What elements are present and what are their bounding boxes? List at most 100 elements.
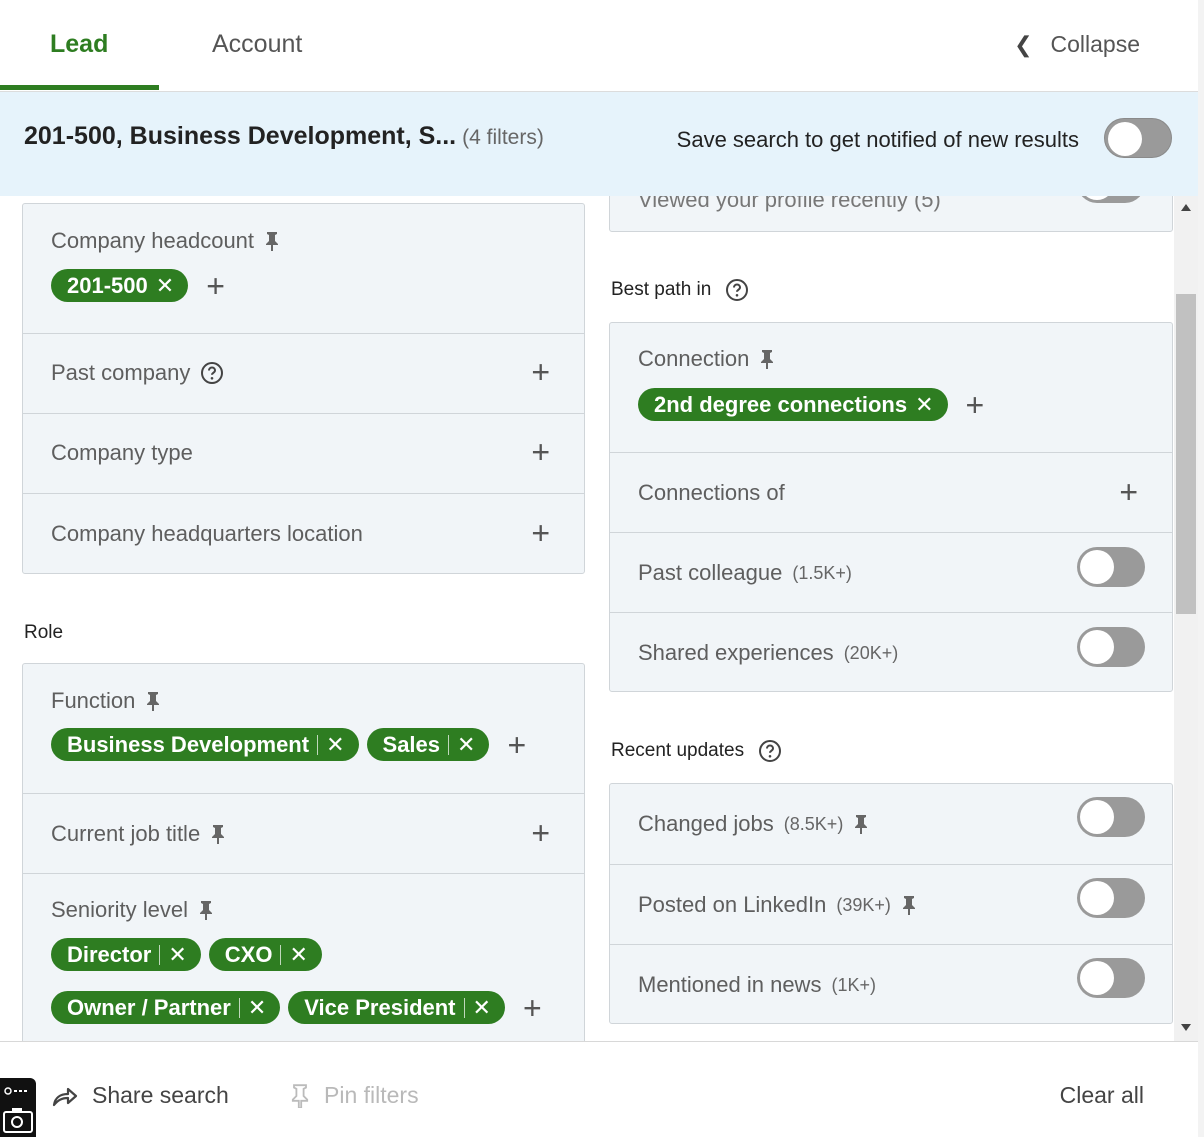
connections-of-label: Connections of [638,480,785,505]
filter-chip[interactable]: Director ✕ [51,938,201,971]
changed-jobs-count: (8.5K+) [783,813,844,834]
add-connection-button[interactable]: + [966,389,985,421]
add-seniority-button[interactable]: + [523,992,542,1024]
filters-content: Company headcount 201-500 ✕ + Past compan… [0,196,1174,1041]
scroll-down-arrow[interactable] [1181,1024,1191,1031]
function-row: Function Business Development ✕ Sales ✕ + [23,664,584,793]
past-colleague-label: Past colleague (1.5K+) [638,560,852,586]
filters-footer: Share search Pin filters Clear all [0,1041,1198,1137]
chip-divider [280,944,282,965]
company-type-label: Company type [51,440,193,465]
vertical-scrollbar[interactable] [1174,196,1198,1041]
changed-jobs-toggle[interactable] [1077,797,1145,837]
add-company-hq-button[interactable]: + [531,517,550,549]
posted-text: Posted on LinkedIn [638,892,827,917]
scroll-up-arrow[interactable] [1181,204,1191,211]
company-type-row[interactable]: Company type + [23,413,584,493]
company-hq-label: Company headquarters location [51,521,363,546]
pin-icon[interactable] [210,824,226,844]
remove-icon[interactable]: ✕ [156,274,174,297]
chip-divider [317,734,319,755]
share-search-label: Share search [92,1082,229,1108]
collapse-label: Collapse [1050,31,1141,57]
connections-of-row[interactable]: Connections of + [610,452,1172,532]
chip-label: Director [67,941,152,967]
pin-filters-button[interactable]: Pin filters [290,1082,419,1109]
filter-tabs: Lead Account ❮ Collapse [0,0,1198,92]
function-label: Function [51,688,161,714]
pin-icon [291,1083,309,1108]
posted-toggle[interactable] [1077,878,1145,918]
role-section-title: Role [24,622,64,643]
pin-icon[interactable] [198,900,214,920]
remove-icon[interactable]: ✕ [473,996,491,1019]
seniority-row: Seniority level Director ✕ CXO ✕ Owner / P… [23,873,584,1041]
help-icon[interactable] [200,361,224,385]
help-icon[interactable] [758,739,782,763]
role-filters-card: Function Business Development ✕ Sales ✕ + … [22,663,585,1041]
viewed-profile-toggle[interactable] [1077,196,1145,203]
add-headcount-button[interactable]: + [206,270,225,302]
add-job-title-button[interactable]: + [531,817,550,849]
best-path-card: Connection 2nd degree connections ✕ + Con… [609,322,1173,692]
add-connections-of-button[interactable]: + [1119,476,1138,508]
pin-icon[interactable] [264,231,280,251]
past-colleague-count: (1.5K+) [792,562,852,583]
add-company-type-button[interactable]: + [531,436,550,468]
tab-account[interactable]: Account [212,30,302,59]
mentioned-toggle[interactable] [1077,958,1145,998]
past-company-row[interactable]: Past company + [23,333,584,413]
pin-icon[interactable] [853,814,869,834]
filter-chip[interactable]: Vice President ✕ [288,991,505,1024]
clear-all-button[interactable]: Clear all [1060,1082,1144,1109]
recent-updates-text: Recent updates [611,740,745,761]
chip-label: Owner / Partner [67,994,231,1020]
connection-text: Connection [638,346,750,371]
remove-icon[interactable]: ✕ [289,943,307,966]
shared-experiences-toggle[interactable] [1077,627,1145,667]
collapse-button[interactable]: ❮ Collapse [1014,31,1140,58]
remove-icon[interactable]: ✕ [168,943,186,966]
company-headcount-text: Company headcount [51,228,255,253]
filter-chip[interactable]: Sales ✕ [366,728,490,761]
save-search-toggle[interactable] [1104,118,1172,158]
add-function-button[interactable]: + [507,729,526,761]
chip-label: 201-500 [67,272,148,298]
filter-chip[interactable]: Owner / Partner ✕ [51,991,281,1024]
pin-filters-label: Pin filters [324,1082,419,1108]
company-filters-card: Company headcount 201-500 ✕ + Past compan… [22,203,585,574]
remove-icon[interactable]: ✕ [915,393,933,416]
filter-chip[interactable]: CXO ✕ [208,938,322,971]
pin-icon[interactable] [901,895,917,915]
company-hq-row[interactable]: Company headquarters location + [23,493,584,574]
chip-label: Sales [382,731,441,757]
help-icon[interactable] [725,278,749,302]
shared-experiences-label: Shared experiences (20K+) [638,640,898,666]
best-path-text: Best path in [611,279,712,300]
connection-chips: 2nd degree connections ✕ + [638,388,984,421]
pin-icon[interactable] [759,349,775,369]
chip-label: 2nd degree connections [654,391,908,417]
filter-chip[interactable]: 2nd degree connections ✕ [638,388,948,421]
filter-chip[interactable]: Business Development ✕ [51,728,359,761]
pin-icon[interactable] [145,691,161,711]
tab-lead[interactable]: Lead [50,30,108,59]
chip-label: Vice President [304,994,456,1020]
add-past-company-button[interactable]: + [531,356,550,388]
recent-updates-title: Recent updates [611,739,782,763]
remove-icon[interactable]: ✕ [248,996,266,1019]
chip-divider [448,734,450,755]
scroll-thumb[interactable] [1176,294,1196,614]
remove-icon[interactable]: ✕ [457,733,475,756]
active-tab-indicator [0,85,159,90]
camera-icon[interactable] [0,1078,36,1137]
shared-experiences-text: Shared experiences [638,640,834,665]
current-job-title-label: Current job title [51,821,226,847]
remove-icon[interactable]: ✕ [326,733,344,756]
past-colleague-toggle[interactable] [1077,547,1145,587]
seniority-label: Seniority level [51,897,214,923]
filter-chip[interactable]: 201-500 ✕ [51,269,189,302]
company-headcount-label: Company headcount [51,228,280,254]
share-search-button[interactable]: Share search [52,1082,229,1109]
current-job-title-row[interactable]: Current job title + [23,793,584,873]
